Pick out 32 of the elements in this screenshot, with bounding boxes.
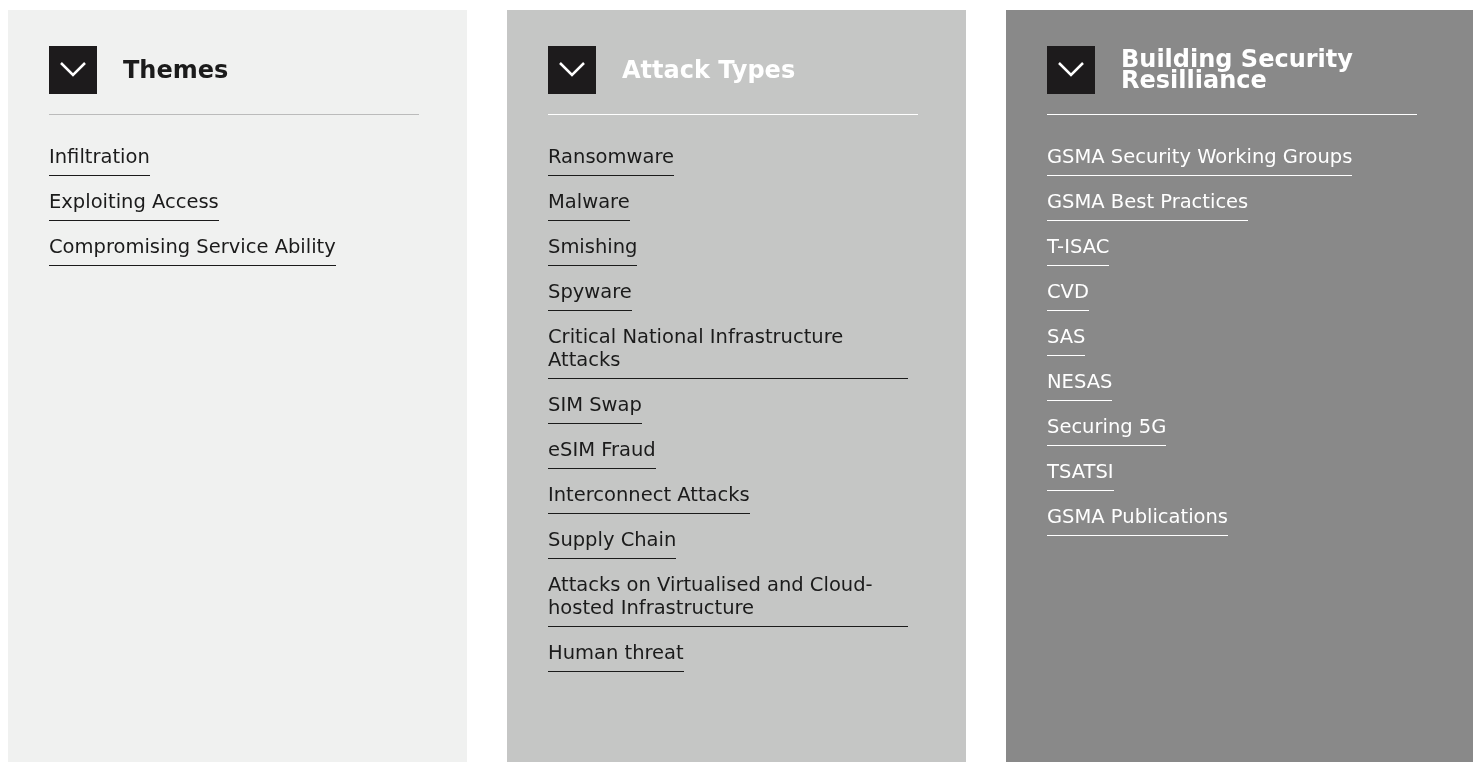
panel-title: Building Security Resilliance	[1121, 49, 1354, 91]
chevron-down-icon	[559, 62, 585, 78]
menu-link[interactable]: Spyware	[548, 280, 632, 311]
menu-link[interactable]: GSMA Best Practices	[1047, 190, 1249, 221]
menu-link[interactable]: TSATSI	[1047, 460, 1114, 491]
panel-title: Themes	[123, 59, 230, 81]
menu-link[interactable]: Critical National Infrastructure Attacks	[548, 325, 908, 379]
menu-link[interactable]: NESAS	[1047, 370, 1113, 401]
chevron-down-icon	[1058, 62, 1084, 78]
menu-link[interactable]: Infiltration	[49, 145, 150, 176]
menu-link[interactable]: Smishing	[548, 235, 638, 266]
menu-link[interactable]: Human threat	[548, 641, 684, 672]
menu-link[interactable]: Compromising Service Ability	[49, 235, 336, 266]
chevron-down-icon	[60, 62, 86, 78]
menu-link[interactable]: Interconnect Attacks	[548, 483, 750, 514]
menu-link[interactable]: Ransomware	[548, 145, 674, 176]
menu-link[interactable]: Exploiting Access	[49, 190, 219, 221]
menu-link[interactable]: T-ISAC	[1047, 235, 1110, 266]
menu-link[interactable]: GSMA Security Working Groups	[1047, 145, 1353, 176]
menu-link[interactable]: SAS	[1047, 325, 1086, 356]
menu-link[interactable]: GSMA Publications	[1047, 505, 1229, 536]
toggle-button[interactable]	[49, 46, 97, 94]
menu-link[interactable]: CVD	[1047, 280, 1089, 311]
menu-link[interactable]: Malware	[548, 190, 630, 221]
menu-link[interactable]: eSIM Fraud	[548, 438, 656, 469]
menu-link[interactable]: SIM Swap	[548, 393, 642, 424]
menu-link[interactable]: Attacks on Virtualised and Cloud-hosted Infrastructure	[548, 573, 908, 627]
menu-link[interactable]: Supply Chain	[548, 528, 677, 559]
toggle-button[interactable]	[548, 46, 596, 94]
menu-link[interactable]: Securing 5G	[1047, 415, 1167, 446]
panel-title: Attack Types	[622, 59, 797, 81]
toggle-button[interactable]	[1047, 46, 1095, 94]
